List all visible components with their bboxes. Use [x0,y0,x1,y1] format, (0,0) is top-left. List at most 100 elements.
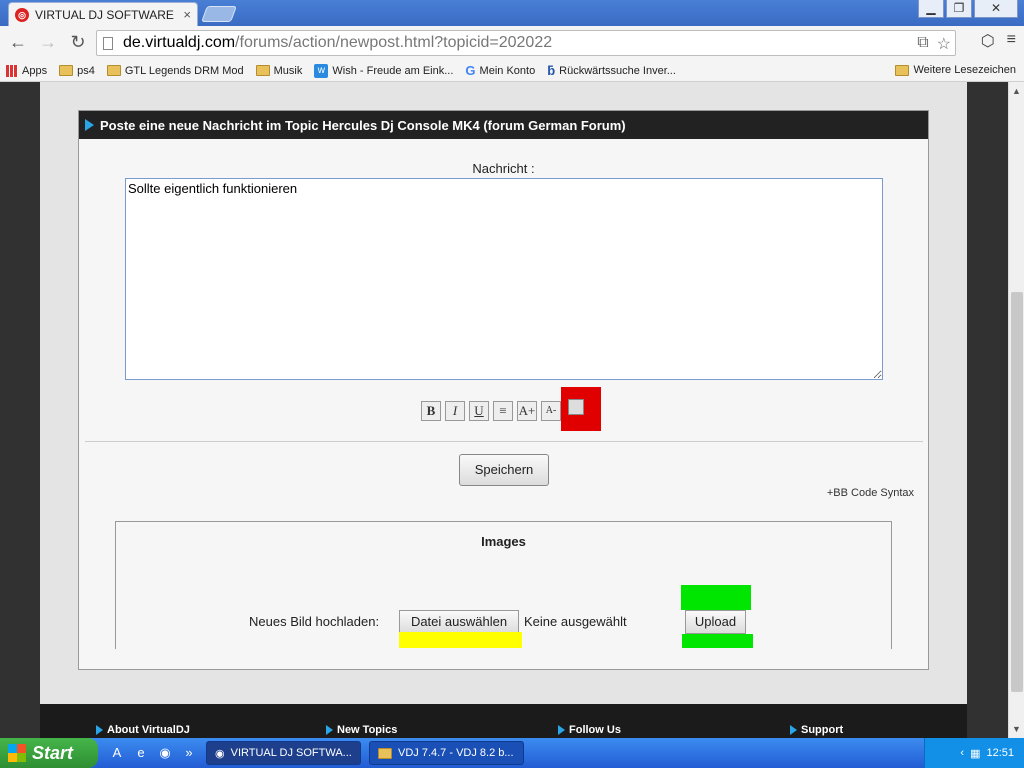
images-title: Images [481,534,526,549]
virtualdj-favicon-icon: ◎ [15,7,29,22]
bookmark-label: ps4 [77,64,95,77]
browser-toolbar: ← → ↻ de.virtualdj.com/forums/action/new… [0,26,1024,60]
tab-bar: ◎ VIRTUAL DJ SOFTWARE - Ne × ▁ ❐ ✕ [0,0,1024,26]
new-post-panel: Poste eine neue Nachricht im Topic Hercu… [78,110,929,670]
message-label: Nachricht : [472,161,535,176]
highlight-yellow [399,632,522,648]
task-label: VDJ 7.4.7 - VDJ 8.2 b... [398,747,514,759]
bookmark-label: Mein Konto [479,64,536,77]
bookmark-rueckwaertssuche[interactable]: ƃ Rückwärtssuche Inver... [547,63,676,78]
translate-icon[interactable]: ⧉ [917,34,928,54]
footer-link-about[interactable]: About VirtualDJ [96,724,190,736]
highlight-green-top [681,585,751,610]
page-viewport: Poste eine neue Nachricht im Topic Hercu… [0,82,1008,738]
clock: 12:51 [986,747,1014,759]
bookmark-label: Apps [22,64,48,77]
system-tray: ‹ ▦ 12:51 [924,738,1024,768]
play-triangle-icon [85,119,94,131]
font-larger-button[interactable]: A+ [517,401,537,421]
apps-grid-icon [6,64,18,77]
bookmark-mein-konto[interactable]: G Mein Konto [465,63,535,78]
windows-flag-icon [8,744,26,762]
tab-title: VIRTUAL DJ SOFTWARE - Ne [35,7,177,22]
bookmark-star-icon[interactable]: ☆ [937,34,951,54]
upload-label: Neues Bild hochladen: [249,614,380,629]
task-chrome[interactable]: ◉ VIRTUAL DJ SOFTWA... [206,741,361,765]
font-smaller-button[interactable]: A- [541,401,561,421]
play-triangle-icon [96,725,103,735]
forward-arrow-icon[interactable]: → [36,31,60,55]
address-bar[interactable]: de.virtualdj.com/forums/action/newpost.h… [96,30,956,56]
restore-icon[interactable]: ❐ [946,0,972,18]
play-triangle-icon [558,725,565,735]
tab-close-icon[interactable]: × [183,7,191,22]
bookmark-apps[interactable]: Apps [6,64,48,77]
footer-link-support[interactable]: Support [790,724,843,736]
play-triangle-icon [790,725,797,735]
bookmark-gtl[interactable]: GTL Legends DRM Mod [106,65,244,77]
folder-icon [106,65,121,76]
bookmark-wish[interactable]: w Wish - Freude am Eink... [314,63,454,78]
page-scrollbar[interactable]: ▲ ▼ [1008,82,1024,738]
start-label: Start [32,742,74,763]
bookmark-label: Weitere Lesezeichen [913,64,1016,76]
scrollbar-thumb[interactable] [1011,292,1023,692]
folder-icon [378,747,392,759]
browser-tab[interactable]: ◎ VIRTUAL DJ SOFTWARE - Ne × [8,2,198,26]
tray-expand-icon[interactable]: ‹ [960,747,964,759]
other-bookmarks[interactable]: Weitere Lesezeichen [895,64,1016,76]
underline-button[interactable]: U [469,401,489,421]
footer-label: Follow Us [569,724,621,736]
page-icon [103,36,113,50]
panel-header: Poste eine neue Nachricht im Topic Hercu… [79,111,928,139]
bold-button[interactable]: B [421,401,441,421]
align-button[interactable]: ≡ [493,401,513,421]
wish-icon: w [314,63,329,78]
folder-icon [59,65,74,76]
folder-icon [255,65,270,76]
bookmarks-bar: Apps ps4 GTL Legends DRM Mod Musik w Wish… [0,60,1024,82]
ie-icon[interactable]: e [132,744,150,762]
task-folder[interactable]: VDJ 7.4.7 - VDJ 8.2 b... [369,741,524,765]
app-icon[interactable]: A [108,744,126,762]
menu-icon[interactable]: ≡ [1007,31,1016,51]
network-icon[interactable]: ▦ [970,747,980,760]
more-chevron-icon[interactable]: » [180,744,198,762]
footer-link-new-topics[interactable]: New Topics [326,724,397,736]
url-host: de.virtualdj.com [123,34,236,51]
quick-launch: A e ◉ » [108,744,198,762]
scroll-down-icon[interactable]: ▼ [1012,724,1021,734]
upload-button[interactable]: Upload [685,610,746,634]
message-textarea[interactable]: Sollte eigentlich funktionieren [125,178,883,380]
insert-image-icon[interactable] [568,399,584,415]
bbcode-link[interactable]: +BB Code Syntax [827,487,914,499]
new-tab-button[interactable] [201,6,237,22]
footer-label: New Topics [337,724,398,736]
no-file-selected: Keine ausgewählt [524,614,627,629]
save-button[interactable]: Speichern [459,454,549,486]
italic-button[interactable]: I [445,401,465,421]
divider [85,441,923,442]
extension-cube-icon[interactable]: ⬡ [981,31,995,51]
footer-link-follow[interactable]: Follow Us [558,724,621,736]
start-button[interactable]: Start [0,738,98,768]
scroll-up-icon[interactable]: ▲ [1012,86,1021,96]
back-arrow-icon[interactable]: ← [6,31,30,55]
chrome-icon: ◉ [215,747,225,760]
reload-icon[interactable]: ↻ [66,31,90,55]
bookmark-label: Rückwärtssuche Inver... [559,64,676,77]
footer-label: Support [801,724,844,736]
format-toolbar: B I U ≡ A+ A- [421,401,561,421]
site-footer: About VirtualDJ New Topics Follow Us Sup… [40,704,967,738]
bookmark-musik[interactable]: Musik [255,65,302,77]
play-triangle-icon [326,725,333,735]
choose-file-button[interactable]: Datei auswählen [399,610,519,634]
bookmark-label: Wish - Freude am Eink... [332,64,454,77]
window-close-icon[interactable]: ✕ [974,0,1018,18]
task-label: VIRTUAL DJ SOFTWA... [230,747,352,759]
bookmark-ps4[interactable]: ps4 [59,65,95,77]
minimize-icon[interactable]: ▁ [918,0,944,18]
chrome-icon[interactable]: ◉ [156,744,174,762]
images-section: Images Neues Bild hochladen: Datei auswä… [115,521,892,649]
panel-title: Poste eine neue Nachricht im Topic Hercu… [100,117,626,133]
